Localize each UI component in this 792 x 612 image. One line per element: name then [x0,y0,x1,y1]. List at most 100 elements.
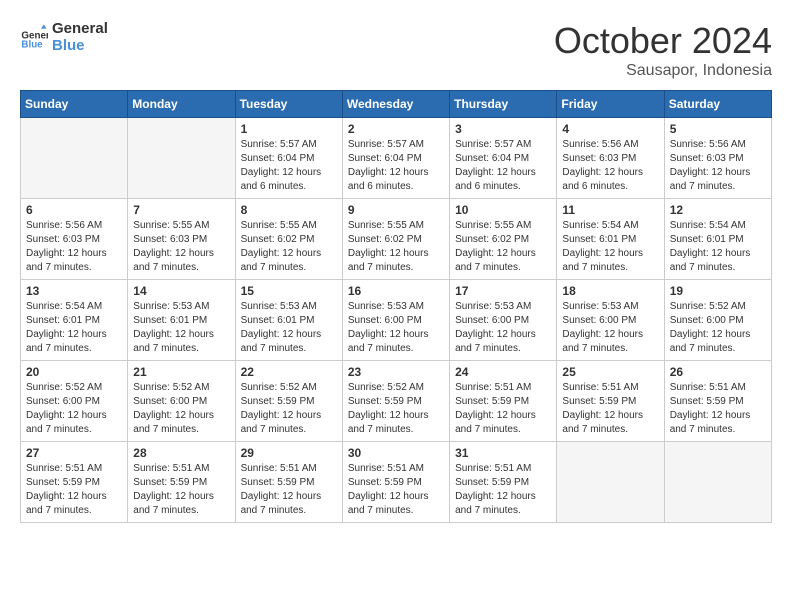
location-subtitle: Sausapor, Indonesia [554,62,772,80]
day-detail: Sunrise: 5:51 AMSunset: 5:59 PMDaylight:… [241,462,337,518]
day-cell: 14 Sunrise: 5:53 AMSunset: 6:01 PMDayligh… [128,280,235,361]
day-detail: Sunrise: 5:57 AMSunset: 6:04 PMDaylight:… [455,138,551,194]
day-cell: 29 Sunrise: 5:51 AMSunset: 5:59 PMDayligh… [235,442,342,523]
day-cell: 31 Sunrise: 5:51 AMSunset: 5:59 PMDayligh… [450,442,557,523]
day-detail: Sunrise: 5:51 AMSunset: 5:59 PMDaylight:… [455,462,551,518]
day-cell: 22Sunrise: 5:52 AMSunset: 5:59 PMDayligh… [235,361,342,442]
day-detail: Sunrise: 5:52 AMSunset: 6:00 PMDaylight:… [133,381,229,437]
day-number: 14 [133,284,229,298]
day-detail: Sunrise: 5:55 AMSunset: 6:02 PMDaylight:… [348,219,444,275]
day-cell: 3Sunrise: 5:57 AMSunset: 6:04 PMDaylight… [450,118,557,199]
month-title: October 2024 [554,20,772,62]
day-number: 21 [133,365,229,379]
day-detail: Sunrise: 5:51 AMSunset: 5:59 PMDaylight:… [670,381,766,437]
day-number: 7 [133,203,229,217]
day-cell: 6 Sunrise: 5:56 AMSunset: 6:03 PMDaylight… [21,199,128,280]
day-cell: 15 Sunrise: 5:53 AMSunset: 6:01 PMDayligh… [235,280,342,361]
day-number: 8 [241,203,337,217]
col-header-monday: Monday [128,91,235,118]
day-detail: Sunrise: 5:56 AMSunset: 6:03 PMDaylight:… [670,138,766,194]
logo-line2: Blue [52,37,108,54]
day-cell: 9Sunrise: 5:55 AMSunset: 6:02 PMDaylight… [342,199,449,280]
day-detail: Sunrise: 5:52 AMSunset: 6:00 PMDaylight:… [26,381,122,437]
day-number: 16 [348,284,444,298]
day-detail: Sunrise: 5:51 AMSunset: 5:59 PMDaylight:… [455,381,551,437]
day-number: 30 [348,446,444,460]
day-number: 2 [348,122,444,136]
day-detail: Sunrise: 5:54 AMSunset: 6:01 PMDaylight:… [670,219,766,275]
day-number: 28 [133,446,229,460]
day-number: 20 [26,365,122,379]
day-detail: Sunrise: 5:53 AMSunset: 6:01 PMDaylight:… [241,300,337,356]
day-cell: 19 Sunrise: 5:52 AMSunset: 6:00 PMDayligh… [664,280,771,361]
week-row-4: 20 Sunrise: 5:52 AMSunset: 6:00 PMDayligh… [21,361,772,442]
day-cell: 4Sunrise: 5:56 AMSunset: 6:03 PMDaylight… [557,118,664,199]
day-detail: Sunrise: 5:54 AMSunset: 6:01 PMDaylight:… [562,219,658,275]
day-cell: 10 Sunrise: 5:55 AMSunset: 6:02 PMDayligh… [450,199,557,280]
day-detail: Sunrise: 5:51 AMSunset: 5:59 PMDaylight:… [348,462,444,518]
day-number: 11 [562,203,658,217]
day-cell: 16 Sunrise: 5:53 AMSunset: 6:00 PMDayligh… [342,280,449,361]
day-cell [21,118,128,199]
day-number: 27 [26,446,122,460]
week-row-3: 13 Sunrise: 5:54 AMSunset: 6:01 PMDayligh… [21,280,772,361]
day-number: 10 [455,203,551,217]
day-detail: Sunrise: 5:51 AMSunset: 5:59 PMDaylight:… [26,462,122,518]
day-detail: Sunrise: 5:53 AMSunset: 6:00 PMDaylight:… [348,300,444,356]
day-number: 26 [670,365,766,379]
day-cell [557,442,664,523]
day-cell: 24 Sunrise: 5:51 AMSunset: 5:59 PMDayligh… [450,361,557,442]
calendar-table: SundayMondayTuesdayWednesdayThursdayFrid… [20,90,772,523]
day-number: 12 [670,203,766,217]
day-detail: Sunrise: 5:53 AMSunset: 6:00 PMDaylight:… [562,300,658,356]
day-cell: 7 Sunrise: 5:55 AMSunset: 6:03 PMDaylight… [128,199,235,280]
day-detail: Sunrise: 5:53 AMSunset: 6:01 PMDaylight:… [133,300,229,356]
day-number: 29 [241,446,337,460]
day-number: 19 [670,284,766,298]
logo-icon: General Blue [20,23,48,51]
day-detail: Sunrise: 5:56 AMSunset: 6:03 PMDaylight:… [26,219,122,275]
day-number: 13 [26,284,122,298]
day-number: 31 [455,446,551,460]
day-cell: 30 Sunrise: 5:51 AMSunset: 5:59 PMDayligh… [342,442,449,523]
day-cell [128,118,235,199]
day-number: 22 [241,365,337,379]
day-detail: Sunrise: 5:53 AMSunset: 6:00 PMDaylight:… [455,300,551,356]
day-cell: 8Sunrise: 5:55 AMSunset: 6:02 PMDaylight… [235,199,342,280]
day-number: 15 [241,284,337,298]
day-cell: 20 Sunrise: 5:52 AMSunset: 6:00 PMDayligh… [21,361,128,442]
day-cell: 18Sunrise: 5:53 AMSunset: 6:00 PMDayligh… [557,280,664,361]
page-header: General Blue General Blue October 2024 S… [20,20,772,80]
day-number: 17 [455,284,551,298]
day-number: 24 [455,365,551,379]
day-cell: 1Sunrise: 5:57 AMSunset: 6:04 PMDaylight… [235,118,342,199]
day-detail: Sunrise: 5:52 AMSunset: 6:00 PMDaylight:… [670,300,766,356]
title-block: October 2024 Sausapor, Indonesia [554,20,772,80]
day-detail: Sunrise: 5:57 AMSunset: 6:04 PMDaylight:… [241,138,337,194]
svg-text:Blue: Blue [21,40,43,51]
day-cell: 25Sunrise: 5:51 AMSunset: 5:59 PMDayligh… [557,361,664,442]
week-row-2: 6 Sunrise: 5:56 AMSunset: 6:03 PMDaylight… [21,199,772,280]
col-header-thursday: Thursday [450,91,557,118]
day-cell: 2 Sunrise: 5:57 AMSunset: 6:04 PMDaylight… [342,118,449,199]
col-header-saturday: Saturday [664,91,771,118]
day-cell: 12 Sunrise: 5:54 AMSunset: 6:01 PMDayligh… [664,199,771,280]
logo: General Blue General Blue [20,20,108,54]
day-cell: 28 Sunrise: 5:51 AMSunset: 5:59 PMDayligh… [128,442,235,523]
day-detail: Sunrise: 5:55 AMSunset: 6:03 PMDaylight:… [133,219,229,275]
day-detail: Sunrise: 5:51 AMSunset: 5:59 PMDaylight:… [562,381,658,437]
day-number: 6 [26,203,122,217]
day-cell: 13 Sunrise: 5:54 AMSunset: 6:01 PMDayligh… [21,280,128,361]
day-cell: 26 Sunrise: 5:51 AMSunset: 5:59 PMDayligh… [664,361,771,442]
day-number: 5 [670,122,766,136]
day-detail: Sunrise: 5:54 AMSunset: 6:01 PMDaylight:… [26,300,122,356]
day-detail: Sunrise: 5:51 AMSunset: 5:59 PMDaylight:… [133,462,229,518]
day-cell: 27 Sunrise: 5:51 AMSunset: 5:59 PMDayligh… [21,442,128,523]
day-cell: 5 Sunrise: 5:56 AMSunset: 6:03 PMDaylight… [664,118,771,199]
day-detail: Sunrise: 5:55 AMSunset: 6:02 PMDaylight:… [455,219,551,275]
day-cell [664,442,771,523]
week-row-1: 1Sunrise: 5:57 AMSunset: 6:04 PMDaylight… [21,118,772,199]
day-cell: 11 Sunrise: 5:54 AMSunset: 6:01 PMDayligh… [557,199,664,280]
day-number: 4 [562,122,658,136]
day-detail: Sunrise: 5:57 AMSunset: 6:04 PMDaylight:… [348,138,444,194]
